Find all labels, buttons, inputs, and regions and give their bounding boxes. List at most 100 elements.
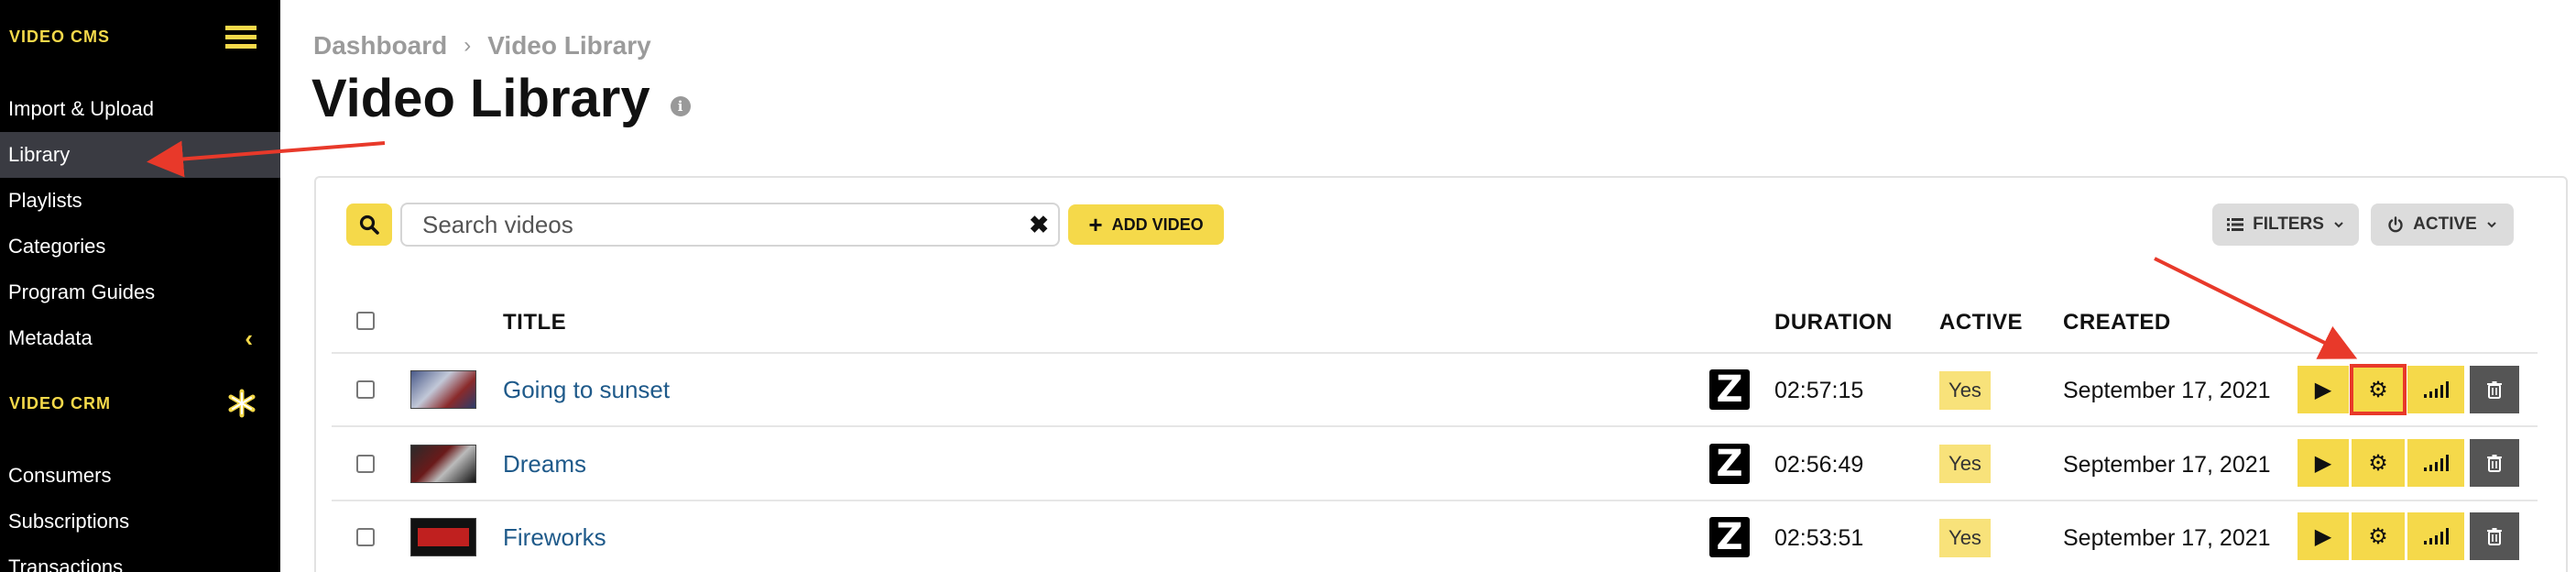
filters-label: FILTERS bbox=[2253, 214, 2324, 234]
trash-icon bbox=[2487, 381, 2502, 399]
sidebar-section-title: VIDEO CRM bbox=[9, 393, 112, 412]
sidebar-item-label: Consumers bbox=[8, 464, 112, 487]
sidebar-item-label: Metadata bbox=[8, 326, 93, 349]
stats-button[interactable] bbox=[2407, 366, 2464, 413]
row-checkbox[interactable] bbox=[356, 455, 375, 473]
breadcrumb-dashboard[interactable]: Dashboard bbox=[313, 31, 447, 60]
page-title-text: Video Library bbox=[311, 69, 650, 128]
active-filter-label: ACTIVE bbox=[2413, 214, 2477, 234]
sidebar-item-library[interactable]: Library bbox=[0, 132, 280, 178]
delete-button[interactable] bbox=[2470, 512, 2519, 560]
row-checkbox[interactable] bbox=[356, 528, 375, 546]
duration-cell: 02:53:51 bbox=[1774, 525, 1864, 551]
video-thumbnail[interactable] bbox=[410, 518, 476, 556]
row-divider bbox=[332, 425, 2538, 427]
sidebar-section-video-crm: VIDEO CRM bbox=[0, 383, 280, 424]
sidebar-item-transactions[interactable]: Transactions bbox=[0, 544, 280, 572]
sidebar-item-consumers[interactable]: Consumers bbox=[0, 453, 280, 499]
clear-search-icon[interactable]: ✖ bbox=[1029, 211, 1049, 239]
chevron-left-icon: ‹ bbox=[245, 324, 253, 352]
sidebar-item-categories[interactable]: Categories bbox=[0, 224, 280, 270]
column-header-title[interactable]: TITLE bbox=[503, 310, 566, 336]
plus-icon: + bbox=[1088, 210, 1103, 238]
settings-button[interactable]: ⚙ bbox=[2352, 512, 2405, 560]
sidebar-item-metadata[interactable]: Metadata ‹ bbox=[0, 315, 280, 361]
filters-dropdown[interactable]: FILTERS bbox=[2212, 204, 2359, 246]
row-checkbox[interactable] bbox=[356, 380, 375, 399]
duration-cell: 02:56:49 bbox=[1774, 452, 1864, 478]
trash-icon bbox=[2487, 455, 2502, 472]
search-button[interactable] bbox=[346, 204, 392, 246]
breadcrumb-current: Video Library bbox=[487, 31, 651, 60]
play-button[interactable]: ▶ bbox=[2298, 512, 2349, 560]
signal-bars-icon bbox=[2423, 528, 2449, 544]
list-icon bbox=[2227, 218, 2244, 231]
search-input[interactable] bbox=[422, 210, 1030, 239]
select-all-checkbox[interactable] bbox=[356, 312, 375, 330]
delete-button[interactable] bbox=[2470, 439, 2519, 487]
sidebar-item-subscriptions[interactable]: Subscriptions bbox=[0, 499, 280, 544]
hamburger-icon[interactable] bbox=[225, 25, 257, 49]
delete-button[interactable] bbox=[2470, 366, 2519, 413]
settings-button[interactable]: ⚙ bbox=[2350, 364, 2407, 415]
active-dropdown[interactable]: ACTIVE bbox=[2371, 204, 2514, 246]
active-badge: Yes bbox=[1939, 519, 1991, 557]
sidebar-item-program-guides[interactable]: Program Guides bbox=[0, 270, 280, 315]
add-video-label: ADD VIDEO bbox=[1111, 214, 1204, 234]
video-thumbnail[interactable] bbox=[410, 370, 476, 409]
asterisk-icon[interactable] bbox=[227, 389, 257, 418]
created-cell: September 17, 2021 bbox=[2063, 378, 2271, 403]
sidebar-item-label: Program Guides bbox=[8, 280, 156, 303]
active-badge: Yes bbox=[1939, 371, 1991, 410]
play-button[interactable]: ▶ bbox=[2298, 366, 2349, 413]
sidebar-item-label: Library bbox=[8, 143, 71, 166]
channel-logo: Z bbox=[1709, 368, 1750, 411]
settings-button[interactable]: ⚙ bbox=[2352, 439, 2405, 487]
video-title-link[interactable]: Dreams bbox=[503, 450, 586, 478]
play-button[interactable]: ▶ bbox=[2298, 439, 2349, 487]
stats-button[interactable] bbox=[2407, 439, 2464, 487]
trash-icon bbox=[2487, 528, 2502, 545]
stats-button[interactable] bbox=[2407, 512, 2464, 560]
sidebar-item-label: Playlists bbox=[8, 189, 82, 212]
sidebar: VIDEO CMS Import & Upload Library Playli… bbox=[0, 0, 280, 572]
column-header-duration[interactable]: DURATION bbox=[1774, 310, 1893, 336]
sidebar-item-playlists[interactable]: Playlists bbox=[0, 178, 280, 224]
column-header-created[interactable]: CREATED bbox=[2063, 310, 2171, 336]
video-title-link[interactable]: Going to sunset bbox=[503, 376, 670, 404]
signal-bars-icon bbox=[2423, 381, 2449, 398]
created-cell: September 17, 2021 bbox=[2063, 525, 2271, 551]
sidebar-item-label: Transactions bbox=[8, 556, 124, 572]
page-title: Video Library i bbox=[311, 68, 691, 129]
sidebar-section-video-cms: VIDEO CMS bbox=[0, 16, 280, 57]
breadcrumb: Dashboard › Video Library bbox=[313, 31, 651, 60]
column-header-active[interactable]: ACTIVE bbox=[1939, 310, 2023, 336]
play-icon: ▶ bbox=[2314, 377, 2332, 402]
created-cell: September 17, 2021 bbox=[2063, 452, 2271, 478]
video-thumbnail[interactable] bbox=[410, 445, 476, 483]
power-icon bbox=[2388, 216, 2403, 233]
row-divider bbox=[332, 500, 2538, 501]
channel-logo: Z bbox=[1709, 443, 1750, 485]
duration-cell: 02:57:15 bbox=[1774, 378, 1864, 403]
search-field: ✖ bbox=[400, 203, 1060, 247]
sidebar-section-title: VIDEO CMS bbox=[9, 27, 111, 46]
play-icon: ▶ bbox=[2314, 523, 2332, 549]
gear-icon: ⚙ bbox=[2368, 450, 2388, 476]
sidebar-item-import-upload[interactable]: Import & Upload bbox=[0, 86, 280, 132]
sidebar-item-label: Import & Upload bbox=[8, 97, 154, 120]
signal-bars-icon bbox=[2423, 455, 2449, 471]
chevron-down-icon bbox=[2334, 222, 2343, 228]
gear-icon: ⚙ bbox=[2368, 523, 2388, 549]
gear-icon: ⚙ bbox=[2368, 377, 2388, 402]
play-icon: ▶ bbox=[2314, 450, 2332, 476]
info-icon[interactable]: i bbox=[670, 95, 691, 116]
active-badge: Yes bbox=[1939, 445, 1991, 483]
channel-logo: Z bbox=[1709, 516, 1750, 558]
add-video-button[interactable]: + ADD VIDEO bbox=[1068, 204, 1224, 245]
chevron-down-icon bbox=[2487, 222, 2496, 228]
sidebar-item-label: Categories bbox=[8, 235, 106, 258]
video-title-link[interactable]: Fireworks bbox=[503, 523, 606, 552]
sidebar-item-label: Subscriptions bbox=[8, 510, 130, 533]
breadcrumb-separator: › bbox=[464, 33, 472, 58]
